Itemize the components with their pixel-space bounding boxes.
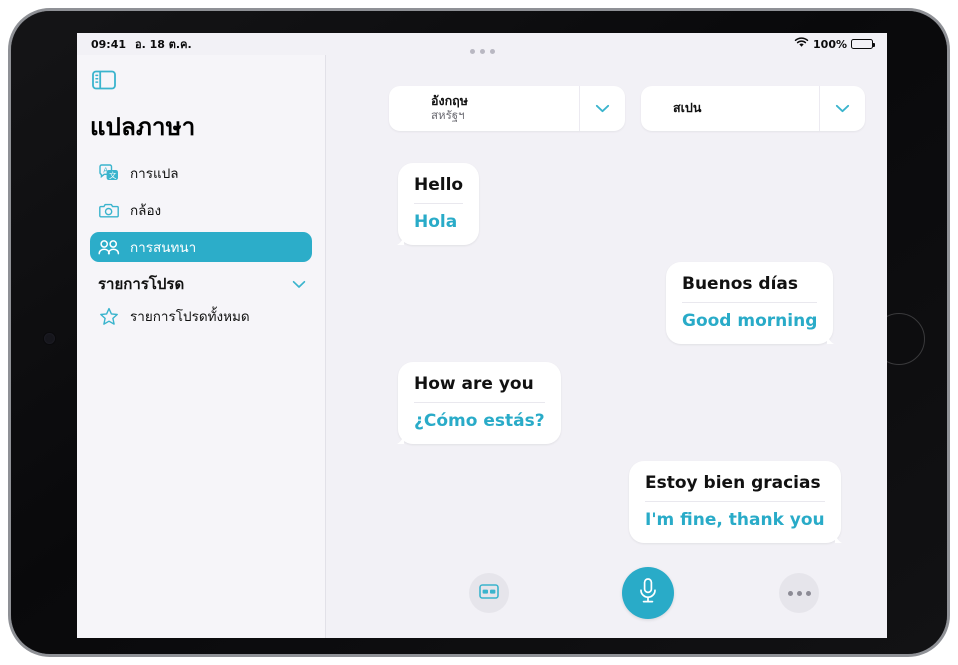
- sidebar-item-all-favorites[interactable]: รายการโปรดทั้งหมด: [90, 301, 312, 331]
- sidebar: แปลภาษา A 文 การแปล กล้อง การสนทนา รายการ…: [77, 55, 326, 638]
- sidebar-item-label: การสนทนา: [130, 240, 197, 256]
- sidebar-section-favorites[interactable]: รายการโปรด: [90, 271, 312, 297]
- message-translated-text: I'm fine, thank you: [645, 501, 825, 530]
- microphone-button[interactable]: [622, 567, 674, 619]
- sidebar-item-label: การแปล: [130, 166, 179, 182]
- sidebar-item-camera[interactable]: กล้อง: [90, 195, 312, 225]
- source-language-text: อังกฤษ สหรัฐฯ: [389, 86, 579, 131]
- star-icon: [98, 306, 120, 326]
- source-language-name: อังกฤษ: [431, 93, 468, 109]
- message-source-text: Estoy bien gracias: [645, 473, 821, 493]
- message-source-text: How are you: [414, 374, 534, 394]
- conversation-people-icon: [98, 237, 120, 257]
- bubble-tail-right-icon: [831, 527, 848, 543]
- language-selector-bar: อังกฤษ สหรัฐฯ สเปน: [389, 86, 865, 131]
- sidebar-section-label: รายการโปรด: [98, 275, 185, 293]
- translate-icon: A 文: [98, 163, 120, 183]
- bubble-tail-left-icon: [391, 229, 407, 245]
- page-title: แปลภาษา: [90, 113, 196, 141]
- conversation-list: Hello Hola Buenos días Good morning How …: [327, 143, 887, 548]
- bubble-tail-right-icon: [824, 328, 840, 344]
- message-bubble[interactable]: How are you ¿Cómo estás?: [397, 362, 561, 444]
- sidebar-item-translation[interactable]: A 文 การแปล: [90, 158, 312, 188]
- chevron-down-icon[interactable]: [292, 275, 306, 293]
- source-language-select[interactable]: อังกฤษ สหรัฐฯ: [389, 86, 625, 131]
- microphone-icon: [637, 577, 659, 609]
- source-language-region: สหรัฐฯ: [431, 107, 465, 122]
- message-source-text: Buenos días: [682, 274, 798, 294]
- main-content: อังกฤษ สหรัฐฯ สเปน Hello Hola Buenos día…: [327, 55, 887, 638]
- message-bubble[interactable]: Estoy bien gracias I'm fine, thank you: [629, 461, 842, 543]
- sidebar-toggle-icon[interactable]: [90, 67, 120, 93]
- screen: 09:41 อ. 18 ต.ค. 100% แปลภาษา A 文 การแปล…: [77, 33, 887, 638]
- sidebar-item-conversation[interactable]: การสนทนา: [90, 232, 312, 262]
- bubble-tail-left-icon: [391, 428, 407, 444]
- target-language-select[interactable]: สเปน: [641, 86, 865, 131]
- more-dots-icon: [787, 590, 811, 596]
- sidebar-item-label: รายการโปรดทั้งหมด: [130, 309, 250, 325]
- bottom-toolbar: [327, 566, 887, 620]
- front-camera-icon: [44, 333, 55, 344]
- device-frame: 09:41 อ. 18 ต.ค. 100% แปลภาษา A 文 การแปล…: [8, 8, 950, 657]
- more-options-button[interactable]: [779, 573, 819, 613]
- split-view-button[interactable]: [469, 573, 509, 613]
- sidebar-item-label: กล้อง: [130, 203, 162, 219]
- battery-full-icon: [851, 39, 875, 49]
- message-source-text: Hello: [414, 175, 464, 195]
- sidebar-nav-list: A 文 การแปล กล้อง การสนทนา: [90, 158, 312, 262]
- message-translated-text: Good morning: [682, 302, 818, 331]
- split-view-icon: [479, 583, 499, 603]
- message-bubble[interactable]: Hello Hola: [397, 163, 480, 245]
- target-language-text: สเปน: [641, 86, 819, 131]
- svg-text:文: 文: [109, 171, 117, 180]
- message-bubble[interactable]: Buenos días Good morning: [666, 262, 835, 344]
- chevron-down-icon[interactable]: [819, 86, 865, 131]
- target-language-name: สเปน: [673, 100, 702, 116]
- camera-icon: [98, 200, 120, 220]
- message-translated-text: ¿Cómo estás?: [414, 402, 545, 431]
- message-translated-text: Hola: [414, 203, 464, 232]
- chevron-down-icon[interactable]: [579, 86, 625, 131]
- multitask-dots-icon[interactable]: [77, 49, 887, 54]
